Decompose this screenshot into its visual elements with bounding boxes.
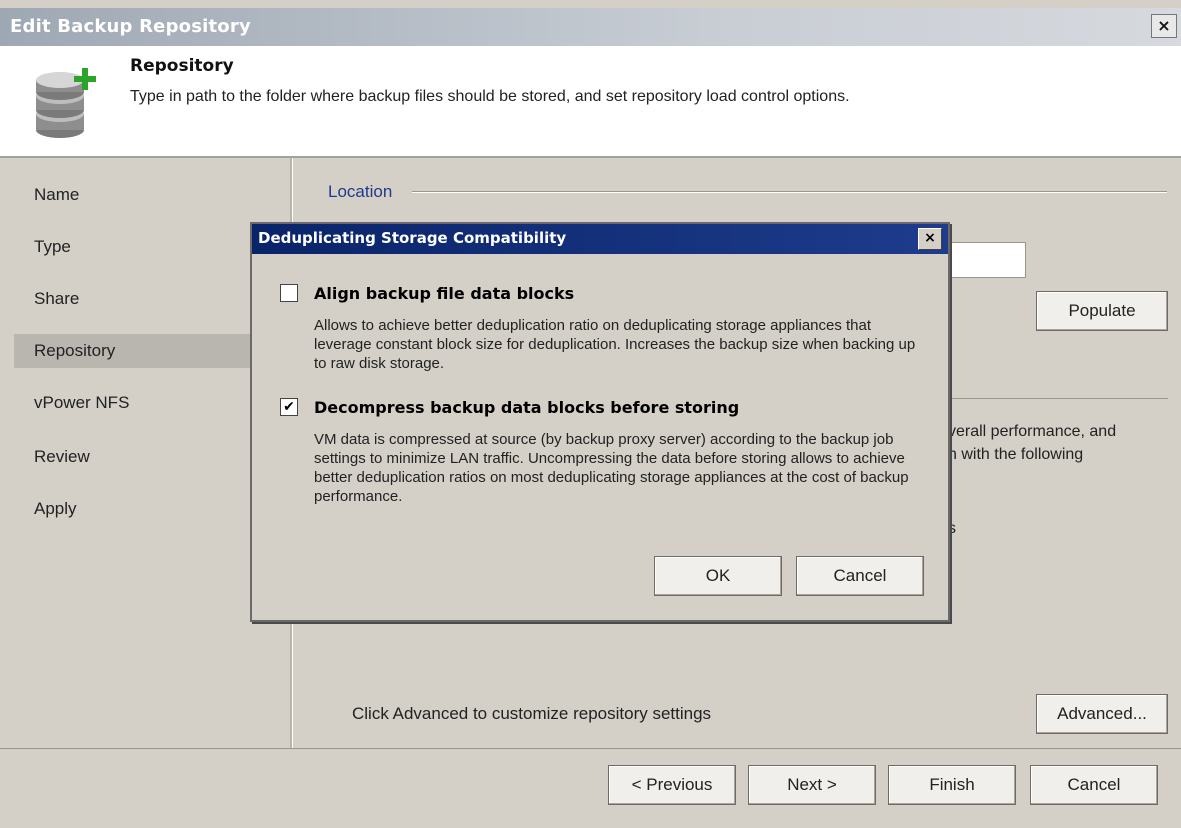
header-description: Type in path to the folder where backup … bbox=[130, 88, 850, 105]
dialog-ok-button[interactable]: OK bbox=[654, 556, 782, 596]
sidebar-item-review[interactable]: Review bbox=[14, 440, 250, 474]
wizard-footer: < Previous Next > Finish Cancel bbox=[0, 748, 1181, 828]
window-title: Edit Backup Repository bbox=[10, 16, 251, 37]
decompress-blocks-label[interactable]: Decompress backup data blocks before sto… bbox=[314, 398, 739, 417]
sidebar-item-share[interactable]: Share bbox=[14, 282, 250, 316]
advanced-button[interactable]: Advanced... bbox=[1036, 694, 1168, 734]
header-title: Repository bbox=[130, 56, 234, 76]
load-control-description: verall performance, and n with the follo… bbox=[948, 420, 1116, 466]
sidebar-item-vpower-nfs[interactable]: vPower NFS bbox=[14, 386, 250, 420]
load-control-line-1: verall performance, and bbox=[948, 423, 1117, 440]
dialog-titlebar: Deduplicating Storage Compatibility × bbox=[252, 224, 948, 254]
cancel-button[interactable]: Cancel bbox=[1030, 765, 1158, 805]
dialog-close-button[interactable]: × bbox=[918, 228, 942, 250]
wizard-header: Repository Type in path to the folder wh… bbox=[0, 46, 1181, 158]
database-add-icon bbox=[36, 68, 96, 138]
window-titlebar: Edit Backup Repository × bbox=[0, 8, 1181, 46]
sidebar-item-name[interactable]: Name bbox=[14, 178, 250, 212]
sidebar-item-apply[interactable]: Apply bbox=[14, 492, 250, 526]
decompress-blocks-description: VM data is compressed at source (by back… bbox=[314, 431, 909, 505]
sidebar-item-type[interactable]: Type bbox=[14, 230, 250, 264]
align-blocks-label[interactable]: Align backup file data blocks bbox=[314, 284, 574, 303]
dialog-title: Deduplicating Storage Compatibility bbox=[258, 229, 567, 247]
decompress-blocks-checkbox[interactable]: ✔ bbox=[280, 398, 298, 416]
dialog-cancel-button[interactable]: Cancel bbox=[796, 556, 924, 596]
edit-backup-repository-window: Edit Backup Repository × Repository Type… bbox=[0, 0, 1181, 828]
location-group-label: Location bbox=[328, 182, 393, 201]
sidebar-item-repository[interactable]: Repository bbox=[14, 334, 250, 368]
previous-button[interactable]: < Previous bbox=[608, 765, 736, 805]
window-close-button[interactable]: × bbox=[1151, 14, 1177, 38]
next-button[interactable]: Next > bbox=[748, 765, 876, 805]
align-blocks-description: Allows to achieve better deduplication r… bbox=[314, 317, 916, 372]
load-control-group-line bbox=[942, 398, 1168, 399]
finish-button[interactable]: Finish bbox=[888, 765, 1016, 805]
location-group-line-highlight bbox=[412, 192, 1167, 193]
align-blocks-checkbox[interactable] bbox=[280, 284, 298, 302]
populate-button[interactable]: Populate bbox=[1036, 291, 1168, 331]
dedup-storage-compatibility-dialog: Deduplicating Storage Compatibility × Al… bbox=[250, 222, 950, 622]
load-control-line-2: n with the following bbox=[948, 446, 1084, 463]
advanced-hint-text: Click Advanced to customize repository s… bbox=[352, 704, 712, 723]
